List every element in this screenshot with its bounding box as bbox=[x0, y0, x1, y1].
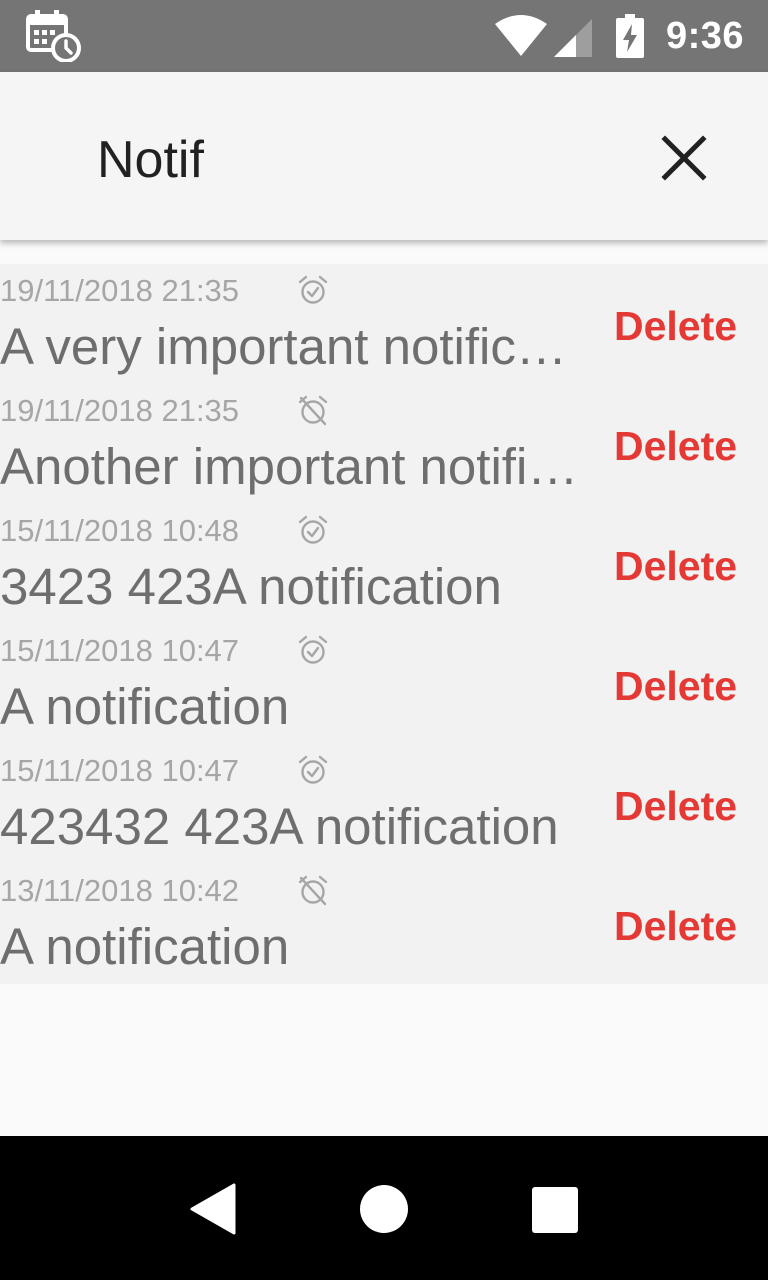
cell-signal-icon bbox=[553, 19, 592, 57]
page-title: Notif bbox=[97, 131, 204, 189]
delete-button[interactable]: Delete bbox=[614, 298, 737, 354]
alarm-on-icon bbox=[298, 635, 328, 664]
notification-title[interactable]: A very important notification bbox=[0, 314, 580, 380]
status-bar: 9:36 bbox=[0, 0, 768, 72]
notification-date: 19/11/2018 21:35 bbox=[0, 273, 240, 308]
close-button[interactable] bbox=[648, 122, 720, 194]
notification-title[interactable]: A notification bbox=[0, 674, 580, 740]
list-item: 15/11/2018 10:48 3423 423A notification … bbox=[0, 504, 768, 624]
app-bar: Notif bbox=[0, 72, 768, 240]
notification-title[interactable]: 423432 423A notification bbox=[0, 794, 580, 860]
home-circle-icon[interactable] bbox=[358, 1183, 410, 1235]
notification-date: 15/11/2018 10:47 bbox=[0, 633, 240, 668]
alarm-on-icon bbox=[298, 515, 328, 544]
notification-title[interactable]: Another important notification bbox=[0, 434, 580, 500]
calendar-clock-icon bbox=[26, 10, 81, 62]
list-item: 19/11/2018 21:35 A very important notifi… bbox=[0, 264, 768, 384]
back-triangle-icon[interactable] bbox=[188, 1181, 240, 1237]
list-item: 15/11/2018 10:47 A notification Delete bbox=[0, 624, 768, 744]
delete-button[interactable]: Delete bbox=[614, 898, 737, 954]
delete-button[interactable]: Delete bbox=[614, 418, 737, 474]
notification-date: 13/11/2018 10:42 bbox=[0, 873, 240, 908]
close-icon bbox=[661, 135, 707, 181]
alarm-on-icon bbox=[298, 755, 328, 784]
recents-square-icon[interactable] bbox=[530, 1185, 580, 1235]
notification-date: 19/11/2018 21:35 bbox=[0, 393, 240, 428]
notification-list: 19/11/2018 21:35 A very important notifi… bbox=[0, 264, 768, 984]
alarm-off-icon bbox=[298, 395, 328, 426]
list-item: 15/11/2018 10:47 423432 423A notificatio… bbox=[0, 744, 768, 864]
delete-button[interactable]: Delete bbox=[614, 778, 737, 834]
notification-date: 15/11/2018 10:47 bbox=[0, 753, 240, 788]
notification-title[interactable]: 3423 423A notification bbox=[0, 554, 580, 620]
wifi-icon bbox=[494, 15, 547, 56]
notification-date: 15/11/2018 10:48 bbox=[0, 513, 240, 548]
status-indicators: 9:36 bbox=[494, 12, 744, 60]
status-time: 9:36 bbox=[665, 15, 744, 57]
list-item: 13/11/2018 10:42 A notification Delete bbox=[0, 864, 768, 984]
alarm-off-icon bbox=[298, 875, 328, 906]
notification-title[interactable]: A notification bbox=[0, 914, 580, 980]
alarm-on-icon bbox=[298, 275, 328, 304]
battery-charging-icon bbox=[615, 14, 644, 58]
list-item: 19/11/2018 21:35 Another important notif… bbox=[0, 384, 768, 504]
delete-button[interactable]: Delete bbox=[614, 658, 737, 714]
screen: 9:36 Notif 19/11/2018 21:35 A very impor… bbox=[0, 0, 768, 1280]
delete-button[interactable]: Delete bbox=[614, 538, 737, 594]
